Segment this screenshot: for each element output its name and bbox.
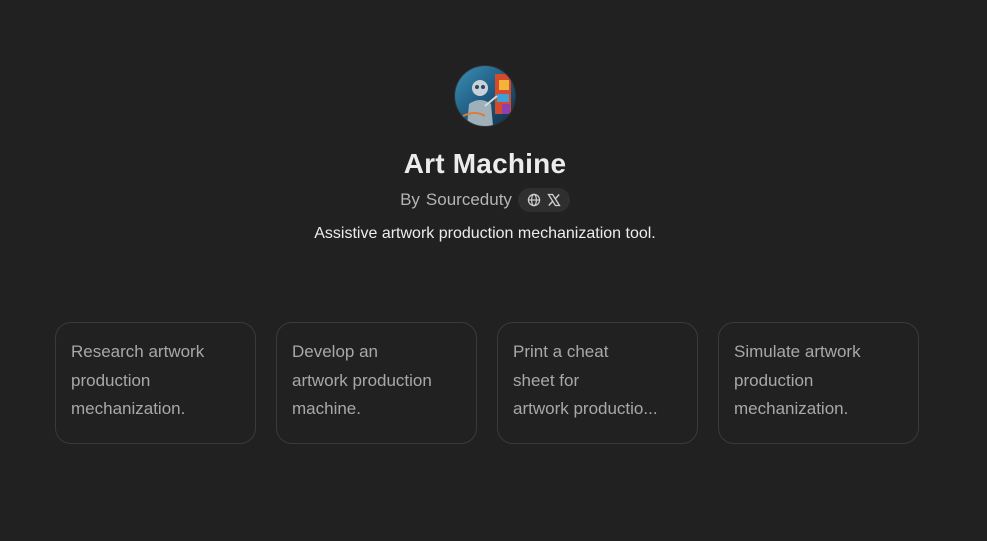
gpt-description: Assistive artwork production mechanizati… (314, 225, 656, 242)
starter-text: Develop an artwork production machine. (292, 342, 432, 418)
starter-card[interactable]: Develop an artwork production machine. (276, 322, 477, 444)
starter-text: Simulate artwork production mechanizatio… (734, 342, 861, 418)
author-name: Sourceduty (425, 190, 512, 209)
globe-icon[interactable] (527, 193, 541, 207)
gpt-title: Art Machine (403, 148, 567, 179)
conversation-starters: Research artwork production mechanizatio… (55, 322, 919, 444)
gpt-avatar (455, 66, 515, 126)
starter-card[interactable]: Print a cheat sheet for artwork producti… (497, 322, 698, 444)
x-logo-icon[interactable] (547, 193, 561, 207)
starter-card[interactable]: Simulate artwork production mechanizatio… (718, 322, 919, 444)
gpt-landing: Art Machine By Sourceduty Assistive artw… (0, 0, 987, 541)
starter-text: Research artwork production mechanizatio… (71, 342, 205, 418)
starter-text: Print a cheat sheet for artwork producti… (513, 342, 658, 418)
gpt-header: Art Machine By Sourceduty Assistive artw… (0, 66, 970, 245)
gpt-byline: By Sourceduty (400, 188, 570, 212)
starter-card[interactable]: Research artwork production mechanizatio… (55, 322, 256, 444)
social-links (517, 188, 570, 212)
by-prefix: By (400, 190, 420, 209)
